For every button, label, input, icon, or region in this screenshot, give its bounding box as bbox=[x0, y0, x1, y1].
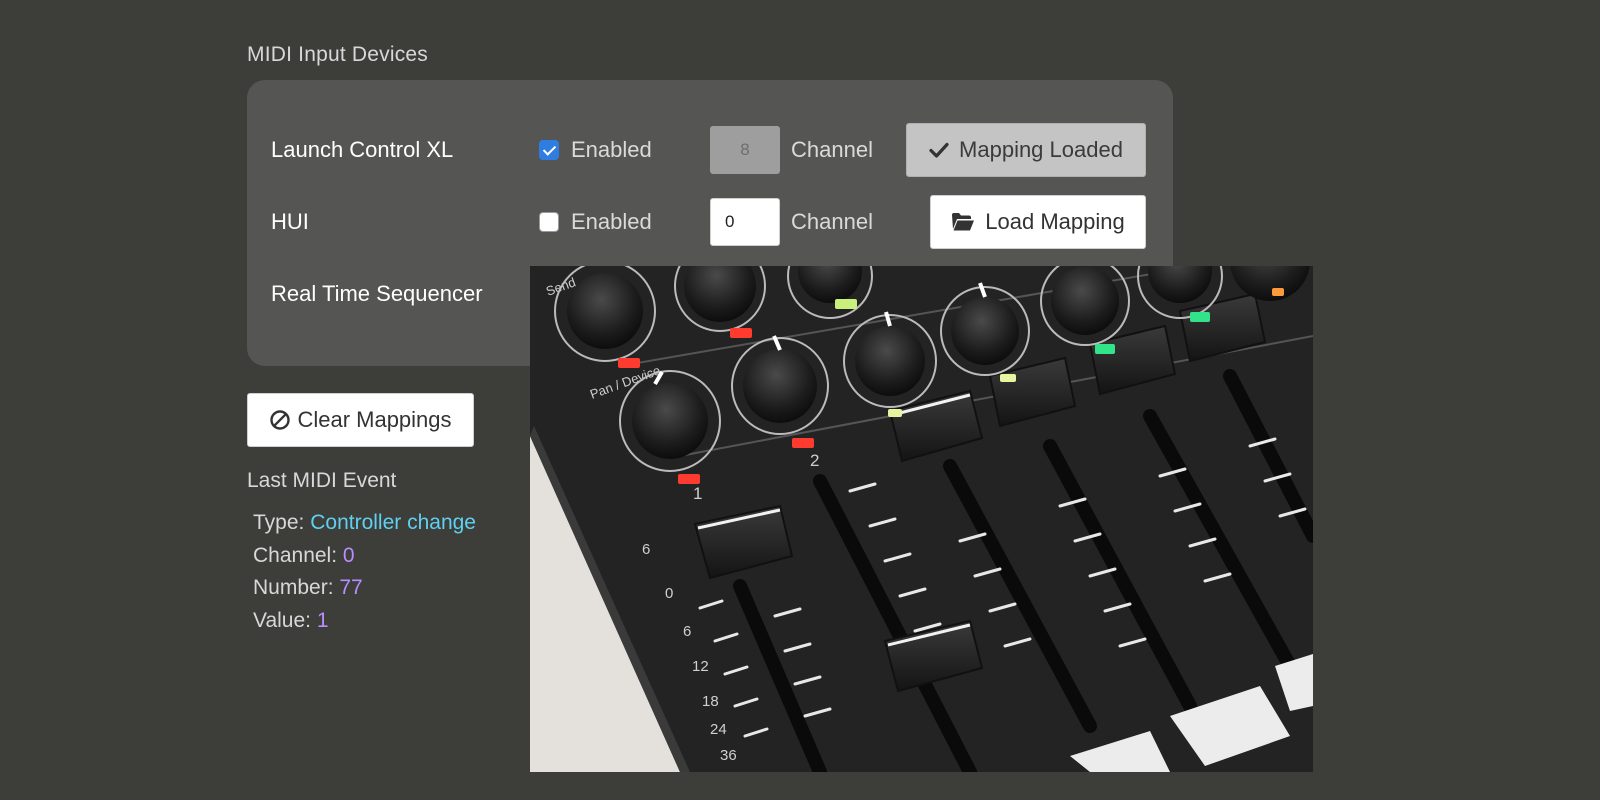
event-channel-label: Channel: bbox=[253, 543, 338, 567]
enabled-label: Enabled bbox=[571, 209, 652, 234]
clear-mappings-button[interactable]: Clear Mappings bbox=[247, 393, 474, 447]
fader-scale-label: 36 bbox=[720, 747, 737, 764]
last-midi-event-details: Type: Controller change Channel: 0 Numbe… bbox=[253, 507, 476, 637]
load-mapping-button[interactable]: Load Mapping bbox=[930, 195, 1146, 249]
event-channel-value: 0 bbox=[342, 543, 355, 567]
device-name: Real Time Sequencer bbox=[271, 281, 483, 306]
event-channel-line: Channel: 0 bbox=[253, 540, 476, 573]
channel-number-label: 1 bbox=[693, 484, 702, 503]
channel-number-label: 2 bbox=[810, 451, 819, 470]
folder-open-icon bbox=[951, 212, 975, 232]
fader-scale-label: 6 bbox=[683, 623, 691, 640]
section-title: MIDI Input Devices bbox=[247, 43, 428, 66]
device-name: Launch Control XL bbox=[271, 137, 454, 162]
enabled-checkbox[interactable] bbox=[539, 212, 559, 232]
channel-input[interactable]: 0 bbox=[710, 198, 780, 246]
fader-scale-label: 24 bbox=[710, 721, 727, 738]
enabled-checkbox[interactable] bbox=[539, 140, 559, 160]
channel-input[interactable]: 8 bbox=[710, 126, 780, 174]
event-type-value: Controller change bbox=[310, 511, 476, 534]
event-number-line: Number: 77 bbox=[253, 572, 476, 605]
event-type-label: Type: bbox=[253, 511, 305, 534]
channel-label: Channel bbox=[791, 137, 873, 162]
ban-icon bbox=[269, 409, 291, 431]
clear-mappings-label: Clear Mappings bbox=[297, 407, 452, 432]
event-number-label: Number: bbox=[253, 576, 334, 599]
event-value-label: Value: bbox=[253, 608, 311, 632]
fader-scale-label: 18 bbox=[702, 693, 719, 710]
fader-scale-label: 12 bbox=[692, 658, 709, 675]
mapping-loaded-label: Mapping Loaded bbox=[959, 137, 1123, 162]
mapping-loaded-button[interactable]: Mapping Loaded bbox=[906, 123, 1146, 177]
event-number-value: 77 bbox=[339, 576, 363, 599]
event-value-value: 1 bbox=[316, 608, 329, 632]
device-row-launch-control-xl: Launch Control XL Enabled 8 Channel Mapp… bbox=[247, 122, 1173, 178]
device-row-hui: HUI Enabled 0 Channel Load Mapping bbox=[247, 194, 1173, 250]
enabled-label: Enabled bbox=[571, 137, 652, 162]
event-value-line: Value: 1 bbox=[253, 605, 476, 638]
event-type-line: Type: Controller change bbox=[253, 507, 476, 540]
check-icon bbox=[929, 142, 949, 158]
fader-scale-label: 6 bbox=[642, 541, 650, 558]
midi-settings-page: MIDI Input Devices Launch Control XL Ena… bbox=[0, 0, 1600, 800]
device-name: HUI bbox=[271, 209, 309, 234]
load-mapping-label: Load Mapping bbox=[985, 209, 1125, 234]
channel-label: Channel bbox=[791, 209, 873, 234]
last-midi-event-title: Last MIDI Event bbox=[247, 469, 397, 492]
fader-scale-label: 0 bbox=[665, 585, 673, 602]
midi-controller-photo: 6 0 6 12 18 24 36 1 2 Send Pan / Device bbox=[530, 266, 1313, 772]
